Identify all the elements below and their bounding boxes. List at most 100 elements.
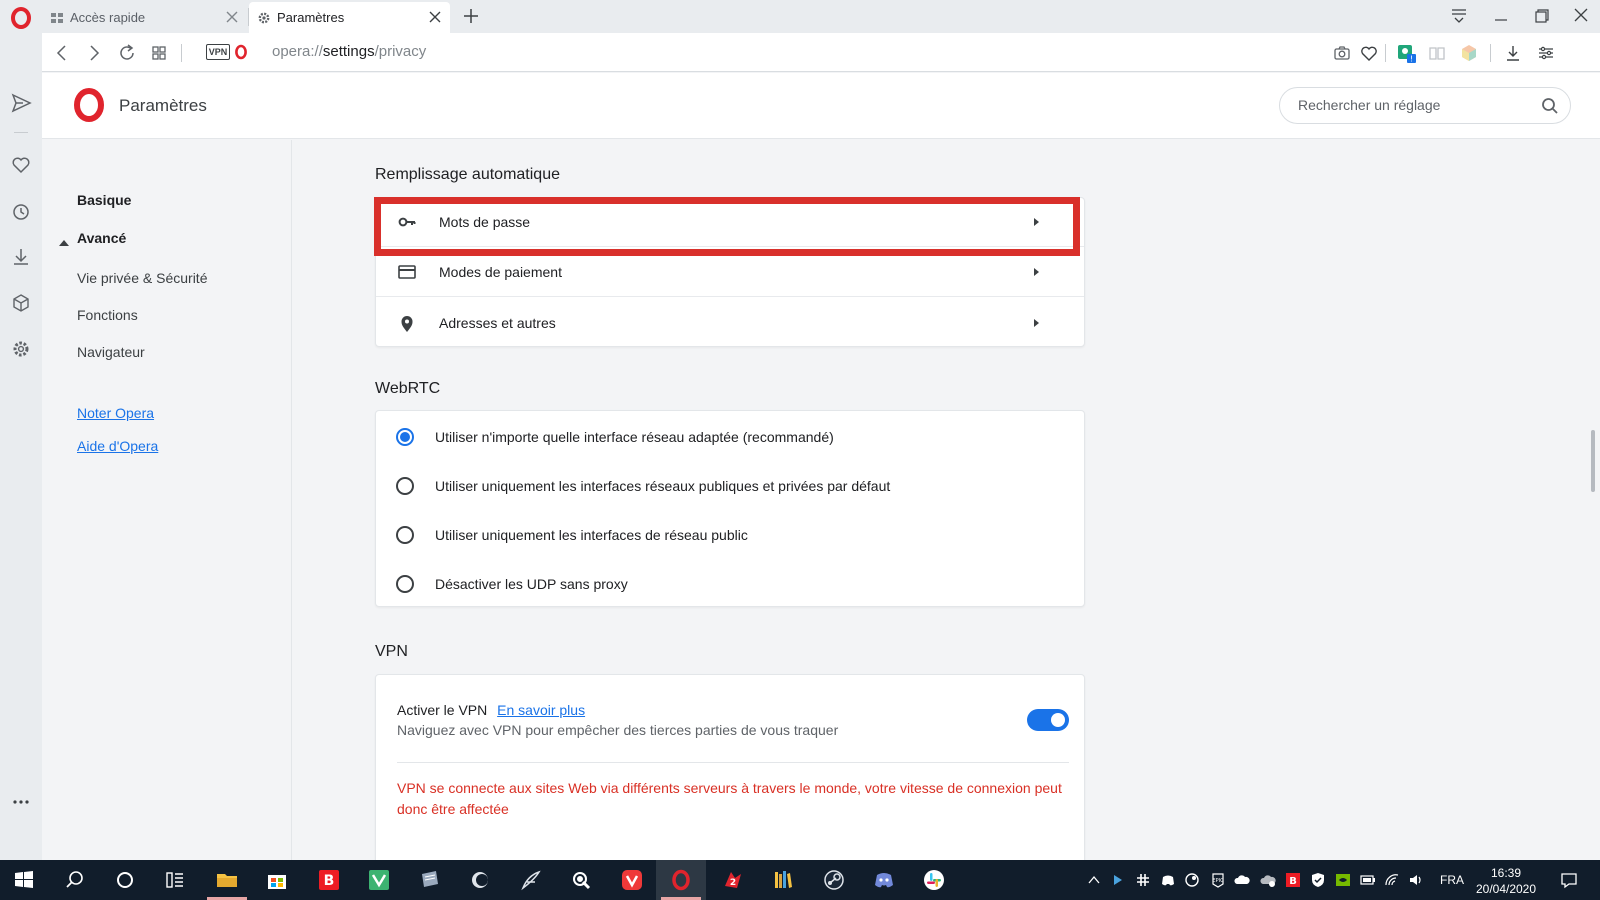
task-view-icon[interactable] bbox=[163, 868, 187, 892]
forward-icon[interactable] bbox=[83, 42, 105, 64]
camera-icon[interactable] bbox=[1331, 42, 1353, 64]
downloads-icon[interactable] bbox=[9, 245, 33, 269]
passwords-row[interactable]: Mots de passe bbox=[376, 198, 1084, 247]
veeam-icon[interactable] bbox=[367, 868, 391, 892]
send-icon[interactable] bbox=[9, 91, 33, 115]
tab-menu-icon[interactable] bbox=[1446, 4, 1472, 28]
microsoft-store-icon[interactable] bbox=[265, 868, 289, 892]
easy-setup-icon[interactable] bbox=[1535, 42, 1557, 64]
show-hidden-icons-icon[interactable] bbox=[1086, 872, 1102, 888]
tab-settings[interactable]: Paramètres bbox=[249, 2, 450, 33]
rate-opera-link[interactable]: Noter Opera bbox=[77, 405, 154, 421]
input-language[interactable]: FRA bbox=[1440, 873, 1464, 887]
bitdefender-icon[interactable]: B bbox=[317, 868, 341, 892]
close-tab-icon[interactable] bbox=[428, 10, 442, 24]
sidebar-divider bbox=[14, 132, 28, 133]
webrtc-option[interactable]: Utiliser uniquement les interfaces résea… bbox=[376, 461, 1084, 510]
webrtc-option[interactable]: Utiliser uniquement les interfaces de ré… bbox=[376, 510, 1084, 559]
webrtc-option-label: Utiliser uniquement les interfaces de ré… bbox=[435, 526, 748, 543]
vpn-toggle[interactable] bbox=[1027, 709, 1069, 731]
pen-app-icon[interactable] bbox=[519, 868, 543, 892]
restore-icon[interactable] bbox=[1528, 4, 1554, 28]
svg-text:2: 2 bbox=[730, 878, 736, 888]
battery-icon[interactable] bbox=[1360, 872, 1376, 888]
epic-games-icon[interactable]: EPIC bbox=[1210, 872, 1226, 888]
nav-features[interactable]: Fonctions bbox=[77, 307, 138, 323]
back-icon[interactable] bbox=[51, 42, 73, 64]
library-books-icon[interactable] bbox=[771, 868, 795, 892]
slack-tray-icon[interactable] bbox=[1135, 872, 1151, 888]
nav-browser[interactable]: Navigateur bbox=[77, 344, 145, 360]
history-icon[interactable] bbox=[9, 200, 33, 224]
steam-tray-icon[interactable] bbox=[1184, 872, 1200, 888]
tray-app-icon[interactable] bbox=[1110, 872, 1126, 888]
payment-methods-label: Modes de paiement bbox=[439, 264, 562, 280]
vivaldi-icon[interactable] bbox=[620, 868, 644, 892]
cortana-icon[interactable] bbox=[113, 868, 137, 892]
radio-button[interactable] bbox=[396, 525, 414, 544]
security-shield-icon[interactable] bbox=[1310, 872, 1326, 888]
discord-tray-icon[interactable] bbox=[1160, 872, 1176, 888]
search-icon[interactable] bbox=[63, 868, 87, 892]
url-field[interactable]: opera://settings/privacy bbox=[272, 43, 426, 60]
bitdefender-tray-icon[interactable]: B bbox=[1285, 872, 1301, 888]
extension-cube-icon[interactable] bbox=[1458, 42, 1480, 64]
addresses-row[interactable]: Adresses et autres bbox=[376, 298, 1084, 347]
payment-methods-row[interactable]: Modes de paiement bbox=[376, 248, 1084, 297]
download-icon[interactable] bbox=[1502, 42, 1524, 64]
radio-button-checked[interactable] bbox=[396, 427, 414, 446]
opera-help-link[interactable]: Aide d'Opera bbox=[77, 438, 158, 454]
radio-button[interactable] bbox=[396, 574, 414, 593]
new-tab-icon[interactable] bbox=[461, 6, 481, 26]
settings-search[interactable] bbox=[1279, 87, 1571, 124]
heart-icon[interactable] bbox=[9, 153, 33, 177]
windows-start-icon[interactable] bbox=[12, 868, 36, 892]
tab-speed-dial[interactable]: Accès rapide bbox=[42, 2, 247, 33]
webrtc-option-label: Désactiver les UDP sans proxy bbox=[435, 575, 628, 592]
extensions-cube-icon[interactable] bbox=[9, 291, 33, 315]
slack-icon[interactable] bbox=[922, 868, 946, 892]
nav-advanced[interactable]: Avancé bbox=[77, 230, 126, 246]
nvidia-icon[interactable] bbox=[1335, 872, 1351, 888]
tiles-icon[interactable] bbox=[148, 42, 170, 64]
nav-basic[interactable]: Basique bbox=[77, 192, 131, 208]
game-app-icon[interactable]: 2 bbox=[721, 868, 745, 892]
steam-icon[interactable] bbox=[822, 868, 846, 892]
page-title: Paramètres bbox=[119, 96, 207, 115]
close-window-icon[interactable] bbox=[1568, 4, 1594, 28]
address-separator bbox=[181, 44, 182, 62]
reload-icon[interactable] bbox=[116, 42, 138, 64]
vpn-badge[interactable]: VPN bbox=[206, 44, 230, 60]
wifi-icon[interactable] bbox=[1384, 872, 1400, 888]
clock[interactable]: 16:39 20/04/2020 bbox=[1471, 865, 1541, 897]
opera-taskbar-icon[interactable] bbox=[669, 868, 693, 892]
file-explorer-icon[interactable] bbox=[215, 868, 239, 892]
extension-shield-icon[interactable]: ! bbox=[1395, 42, 1417, 64]
more-options-icon[interactable] bbox=[9, 790, 33, 814]
volume-icon[interactable] bbox=[1408, 872, 1424, 888]
collapse-caret-icon[interactable] bbox=[59, 240, 69, 246]
minimize-icon[interactable] bbox=[1488, 4, 1514, 28]
address-bar: VPN opera://settings/privacy ! bbox=[42, 33, 1600, 72]
webrtc-option[interactable]: Utiliser n'importe quelle interface rése… bbox=[376, 412, 1084, 461]
webrtc-option[interactable]: Désactiver les UDP sans proxy bbox=[376, 559, 1084, 608]
reader-icon[interactable] bbox=[1426, 42, 1448, 64]
nav-privacy-security[interactable]: Vie privée & Sécurité bbox=[77, 270, 207, 286]
discord-icon[interactable] bbox=[872, 868, 896, 892]
stardock-icon[interactable] bbox=[468, 868, 492, 892]
notepad-icon[interactable] bbox=[418, 868, 442, 892]
notifications-icon[interactable] bbox=[1560, 871, 1578, 889]
learn-more-link[interactable]: En savoir plus bbox=[497, 702, 585, 718]
scrollbar-thumb[interactable] bbox=[1591, 430, 1595, 492]
onedrive-icon[interactable] bbox=[1234, 872, 1250, 888]
opera-menu-icon[interactable] bbox=[10, 7, 32, 29]
radio-button[interactable] bbox=[396, 476, 414, 495]
cloud-sync-icon[interactable] bbox=[1260, 872, 1276, 888]
search-input[interactable] bbox=[1298, 97, 1528, 113]
bookmark-heart-icon[interactable] bbox=[1358, 42, 1380, 64]
close-tab-icon[interactable] bbox=[225, 10, 239, 24]
search-everything-icon[interactable] bbox=[569, 868, 593, 892]
search-icon[interactable] bbox=[1540, 96, 1560, 116]
settings-gear-icon[interactable] bbox=[9, 337, 33, 361]
vpn-description: Naviguez avec VPN pour empêcher des tier… bbox=[397, 722, 839, 738]
